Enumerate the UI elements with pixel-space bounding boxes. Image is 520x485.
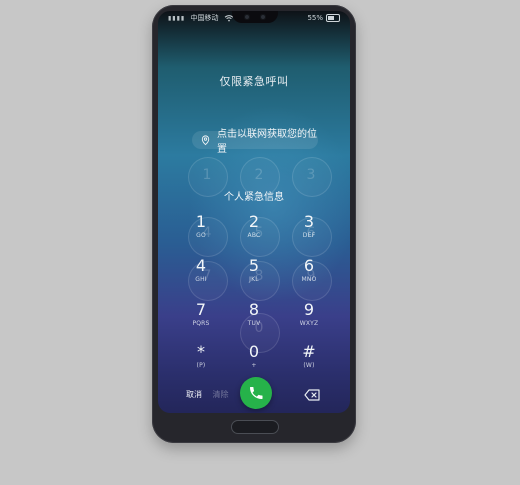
call-button[interactable]: [240, 377, 272, 409]
backspace-button[interactable]: [304, 389, 320, 401]
key-digit: 7: [195, 300, 207, 319]
key-8[interactable]: 8 TUV: [234, 297, 274, 343]
key-letters: ABC: [247, 232, 261, 239]
ghost-digit: 1: [202, 167, 212, 183]
key-digit: 0: [248, 342, 260, 361]
key-letters: MNO: [301, 276, 317, 283]
key-letters: +: [251, 362, 257, 369]
key-letters: GHI: [195, 276, 207, 283]
key-letters: JKL: [249, 276, 259, 283]
ghost-digit: 2: [254, 167, 264, 183]
key-hash[interactable]: # (W): [289, 339, 329, 385]
key-digit: 8: [248, 300, 260, 319]
bottom-actions: 取消 清除: [186, 389, 229, 400]
ghost-digit: 3: [306, 167, 316, 183]
key-letters: GO: [196, 232, 206, 239]
key-letters: PQRS: [192, 320, 210, 327]
backspace-icon: [304, 389, 320, 401]
key-7[interactable]: 7 PQRS: [181, 297, 221, 343]
key-9[interactable]: 9 WXYZ: [289, 297, 329, 343]
key-digit: 2: [248, 212, 260, 231]
clear-label[interactable]: 清除: [213, 390, 229, 399]
key-digit: 4: [195, 256, 207, 275]
cancel-button[interactable]: 取消: [186, 390, 202, 399]
key-digit: 6: [303, 256, 315, 275]
home-button[interactable]: [231, 420, 279, 434]
key-digit: 9: [303, 300, 315, 319]
key-digit: #: [302, 342, 316, 361]
phone-frame: ▮▮▮▮ 中国移动 55% 仅限紧急呼叫 点击以联网获取您的位置 个人紧急信息 …: [152, 5, 356, 443]
emergency-dialer-screen: ▮▮▮▮ 中国移动 55% 仅限紧急呼叫 点击以联网获取您的位置 个人紧急信息 …: [158, 11, 350, 413]
key-digit: 1: [195, 212, 207, 231]
key-5[interactable]: 5 JKL: [234, 253, 274, 299]
key-3[interactable]: 3 DEF: [289, 209, 329, 255]
key-letters: TUV: [247, 320, 261, 327]
key-2[interactable]: 2 ABC: [234, 209, 274, 255]
key-star[interactable]: * (P): [181, 339, 221, 385]
key-letters: DEF: [302, 232, 316, 239]
key-1[interactable]: 1 GO: [181, 209, 221, 255]
key-digit: 5: [248, 256, 260, 275]
key-6[interactable]: 6 MNO: [289, 253, 329, 299]
key-digit: 3: [303, 212, 315, 231]
dial-keypad: 1 2 3 4 5 6 7 8 9 0 1 GO 2 ABC 3 DEF 4 G…: [158, 11, 350, 413]
key-letters: (W): [303, 362, 315, 369]
key-letters: WXYZ: [299, 320, 319, 327]
key-letters: (P): [196, 362, 206, 369]
phone-icon: [250, 387, 263, 399]
key-digit: *: [197, 342, 205, 361]
key-4[interactable]: 4 GHI: [181, 253, 221, 299]
